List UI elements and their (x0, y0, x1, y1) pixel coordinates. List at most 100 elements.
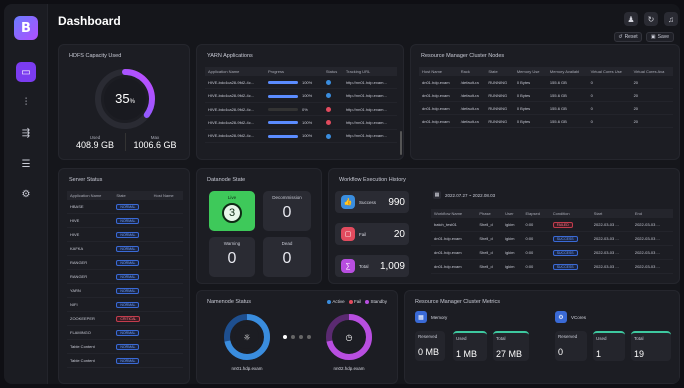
col-header[interactable]: End (631, 209, 673, 218)
table-row[interactable]: dn01.hdp.exam/default-ra RUNNING 0 Bytes 15… (419, 76, 673, 89)
table-cell: 20 (630, 114, 673, 128)
table-row[interactable]: HIVE NORMAL (67, 213, 183, 228)
table-row[interactable]: NIFI NORMAL (67, 297, 183, 312)
col-header[interactable]: Start (590, 209, 632, 218)
table-row[interactable]: YARN NORMAL (67, 283, 183, 298)
namenode-active-ring[interactable]: ☼ (223, 313, 271, 361)
table-row[interactable]: batch_test01 Shell_d igkim 0:00 FAILED 2022-0… (431, 218, 673, 232)
hdfs-percent: 35% (115, 91, 135, 106)
table-row[interactable]: HIVE-bdc4ca28-9fd2-4c... 100% http://nn01.… (205, 76, 397, 90)
status-badge: NORMAL (116, 343, 140, 350)
decommission-card[interactable]: Decommission 0 (263, 191, 311, 231)
table-row[interactable]: HBASE NORMAL (67, 200, 183, 214)
state-cell: NORMAL (113, 339, 151, 354)
progress-cell: 0% (264, 102, 323, 117)
fail-stat[interactable]: ▢ Fail 20 (335, 223, 409, 245)
tracking-url-link[interactable]: http://nn01.hdp.exam... (342, 102, 397, 117)
table-row[interactable]: dn01.hdp.exam/default-ra RUNNING 0 Bytes 15… (419, 88, 673, 102)
tracking-url-link[interactable]: http://nn01.hdp.exam... (342, 115, 397, 130)
col-header[interactable]: Virtual Cores Use (587, 67, 631, 76)
table-row[interactable]: ZOOKEEPER CRITICAL (67, 311, 183, 326)
host-cell (150, 339, 183, 354)
table-row[interactable]: RANGER NORMAL (67, 269, 183, 284)
table-row[interactable]: KAFKA NORMAL (67, 241, 183, 256)
tracking-url-link[interactable]: http://nn01.hdp.exam... (342, 76, 397, 90)
calendar-icon[interactable]: ▦ (433, 191, 441, 199)
nav-dashboard-icon[interactable]: ▭ (16, 62, 36, 82)
tracking-url-link[interactable]: http://nn01.hdp.exam... (342, 88, 397, 103)
hdfs-title: HDFS Capacity Used (69, 53, 122, 59)
fail-icon: ▢ (341, 227, 355, 241)
col-header[interactable]: Memory Availabl (546, 67, 588, 76)
scrollbar[interactable] (400, 131, 402, 155)
col-header[interactable]: Elapsed (522, 209, 550, 218)
host-cell (150, 241, 183, 256)
table-cell: 2022-03-03 ... (631, 231, 673, 246)
vc-used: Used 1 (593, 331, 625, 361)
table-row[interactable]: dn01.hdp.exam Shell_d igkim 0:00 SUCCESS 2022… (431, 231, 673, 246)
state-cell: NORMAL (113, 297, 151, 312)
save-button[interactable]: ▣ Save (646, 32, 674, 42)
live-card[interactable]: Live 3 (209, 191, 255, 231)
table-row[interactable]: dn01.hdp.exam Shell_d igkim 0:00 SUCCESS 2022… (431, 259, 673, 274)
decommission-value: 0 (282, 204, 292, 221)
table-row[interactable]: dn01.hdp.exam/default-ra RUNNING 0 Bytes 15… (419, 101, 673, 115)
nav-list-icon[interactable]: ☰ (16, 154, 36, 174)
table-row[interactable]: HIVE-bdc4ca28-9fd2-4c... 0% http://nn01.hd… (205, 102, 397, 117)
bell-icon[interactable]: ♫ (664, 12, 678, 26)
refresh-icon[interactable]: ↻ (644, 12, 658, 26)
table-row[interactable]: RANGER NORMAL (67, 255, 183, 270)
warning-card[interactable]: Warning 0 (209, 237, 255, 277)
host-cell (150, 325, 183, 340)
namenode-standby-ring[interactable]: ◷ (325, 313, 373, 361)
col-header[interactable]: Condition (549, 209, 591, 218)
table-cell: dn01.hdp.exam (419, 114, 458, 128)
nav-workflow-icon[interactable]: ⇶ (16, 123, 36, 143)
col-header[interactable]: Application Name (67, 191, 114, 200)
table-cell: 155.6 GB (546, 101, 588, 115)
app-name: HIVE (67, 213, 114, 228)
app-name: Table Content (67, 339, 114, 354)
col-header[interactable]: Memory Use (513, 67, 547, 76)
col-header[interactable]: User (502, 209, 523, 218)
col-header[interactable]: Progress (264, 67, 323, 76)
state-cell: NORMAL (113, 200, 151, 214)
col-header[interactable]: Host Name (419, 67, 458, 76)
total-stat[interactable]: ∑ Total 1,009 (335, 255, 409, 277)
datanode-card: Datanode State Live 3 Decommission 0 War… (196, 168, 322, 284)
col-header[interactable]: Host Name (150, 191, 183, 200)
success-stat[interactable]: 👍 Success 990 (335, 191, 409, 213)
table-row[interactable]: FLAMINGO NORMAL (67, 325, 183, 340)
col-header[interactable]: State (113, 191, 151, 200)
table-row[interactable]: HIVE-bdc4ca28-9fd2-4c... 100% http://nn01.… (205, 88, 397, 103)
col-header[interactable]: Status (322, 67, 343, 76)
col-header[interactable]: Workflow Name (431, 209, 477, 218)
col-header[interactable]: Rack (457, 67, 486, 76)
table-row[interactable]: dn01.hdp.exam Shell_d igkim 0:00 SUCCESS 2022… (431, 245, 673, 260)
col-header[interactable]: Phase (476, 209, 503, 218)
state-cell: NORMAL (113, 269, 151, 284)
table-row[interactable]: HIVE-bdc4ca28-9fd2-4c... 100% http://nn01.… (205, 115, 397, 130)
table-cell: /default-ra (457, 101, 486, 115)
table-cell: 0 (587, 76, 631, 89)
table-cell: /default-ra (457, 88, 486, 102)
nav-settings-icon[interactable]: ⚙ (16, 184, 36, 204)
nav-chart-icon[interactable]: ⫶ (16, 92, 36, 112)
col-header[interactable]: Application Name (205, 67, 265, 76)
host-cell (150, 353, 183, 368)
col-header[interactable]: Tracking URL (342, 67, 397, 76)
reset-button[interactable]: ↺ Reset (614, 32, 642, 42)
dead-card[interactable]: Dead 0 (263, 237, 311, 277)
tracking-url-link[interactable]: http://nn01.hdp.exam... (342, 129, 397, 144)
date-range[interactable]: 2022.07.27 ~ 2022.08.03 (445, 193, 495, 198)
table-row[interactable]: HIVE-bdc4ca28-9fd2-4c... 100% http://nn01.… (205, 129, 397, 144)
col-header[interactable]: Virtual Cores Ava (630, 67, 673, 76)
table-row[interactable]: dn01.hdp.exam/default-ra RUNNING 0 Bytes 15… (419, 114, 673, 128)
status-badge: NORMAL (116, 301, 140, 308)
table-row[interactable]: Table Content NORMAL (67, 353, 183, 368)
carousel-dots[interactable] (283, 335, 311, 339)
col-header[interactable]: State (485, 67, 514, 76)
user-icon[interactable]: ♟ (624, 12, 638, 26)
table-row[interactable]: HIVE NORMAL (67, 227, 183, 242)
table-row[interactable]: Table Content NORMAL (67, 339, 183, 354)
